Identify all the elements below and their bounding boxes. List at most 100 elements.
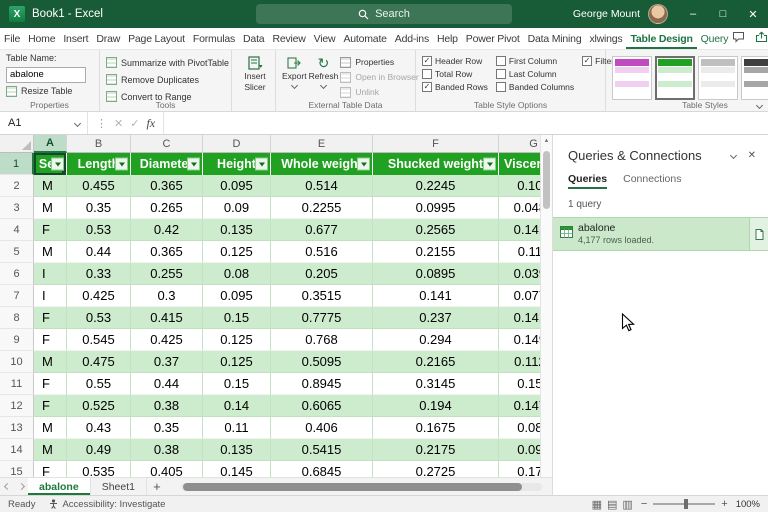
avatar[interactable] <box>648 4 668 24</box>
filter-button-B[interactable] <box>115 158 128 171</box>
cell-A4[interactable]: F <box>34 219 67 241</box>
filter-button-D[interactable] <box>255 158 268 171</box>
ribbon-tab-formulas[interactable]: Formulas <box>189 28 239 49</box>
sheet-nav-right-icon[interactable] <box>14 478 28 495</box>
cell-G13[interactable]: 0.081 <box>499 417 540 439</box>
cell-F8[interactable]: 0.237 <box>373 307 499 329</box>
checkbox-header-row[interactable]: Header Row <box>422 56 488 66</box>
cell-F15[interactable]: 0.2725 <box>373 461 499 477</box>
cell-B11[interactable]: 0.55 <box>67 373 131 395</box>
new-sheet-button[interactable]: + <box>147 478 167 495</box>
cell-E4[interactable]: 0.677 <box>271 219 373 241</box>
cell-E13[interactable]: 0.406 <box>271 417 373 439</box>
cell-B7[interactable]: 0.425 <box>67 285 131 307</box>
ribbon-tab-xlwings[interactable]: xlwings <box>585 28 626 49</box>
cell-G6[interactable]: 0.0395 <box>499 263 540 285</box>
cell-D10[interactable]: 0.125 <box>203 351 271 373</box>
cell-G15[interactable]: 0.171 <box>499 461 540 477</box>
cell-E10[interactable]: 0.5095 <box>271 351 373 373</box>
cell-D15[interactable]: 0.145 <box>203 461 271 477</box>
cell-C14[interactable]: 0.38 <box>131 439 203 461</box>
row-header-5[interactable]: 5 <box>0 241 34 263</box>
row-header-12[interactable]: 12 <box>0 395 34 417</box>
query-item-abalone[interactable]: abalone 4,177 rows loaded. <box>553 217 768 251</box>
formula-bar-handle-icon[interactable] <box>96 117 107 130</box>
row-header-4[interactable]: 4 <box>0 219 34 241</box>
column-header-D[interactable]: D <box>203 135 271 153</box>
cell-D3[interactable]: 0.09 <box>203 197 271 219</box>
row-header-14[interactable]: 14 <box>0 439 34 461</box>
zoom-slider[interactable] <box>653 503 715 505</box>
cell-F9[interactable]: 0.294 <box>373 329 499 351</box>
formula-input[interactable] <box>164 112 768 134</box>
cell-B4[interactable]: 0.53 <box>67 219 131 241</box>
select-all-corner[interactable] <box>0 135 34 153</box>
cell-A10[interactable]: M <box>34 351 67 373</box>
row-header-2[interactable]: 2 <box>0 175 34 197</box>
column-header-E[interactable]: E <box>271 135 373 153</box>
cell-A12[interactable]: F <box>34 395 67 417</box>
cell-C2[interactable]: 0.365 <box>131 175 203 197</box>
table-style-dark-table-style[interactable] <box>741 56 768 100</box>
zoom-level[interactable]: 100% <box>736 499 760 510</box>
cell-A6[interactable]: I <box>34 263 67 285</box>
cell-E12[interactable]: 0.6065 <box>271 395 373 417</box>
unlink-button[interactable]: Unlink <box>340 85 418 99</box>
row-header-1[interactable]: 1 <box>0 153 34 175</box>
cell-C15[interactable]: 0.405 <box>131 461 203 477</box>
cell-D8[interactable]: 0.15 <box>203 307 271 329</box>
cell-A13[interactable]: M <box>34 417 67 439</box>
cell-D6[interactable]: 0.08 <box>203 263 271 285</box>
cell-E9[interactable]: 0.768 <box>271 329 373 351</box>
column-header-B[interactable]: B <box>67 135 131 153</box>
row-header-11[interactable]: 11 <box>0 373 34 395</box>
page-break-view-icon[interactable]: ▥ <box>622 498 632 511</box>
cell-A8[interactable]: F <box>34 307 67 329</box>
cell-G1[interactable]: Viscera weight <box>499 153 540 175</box>
cell-B2[interactable]: 0.455 <box>67 175 131 197</box>
summarize-with-pivottable-button[interactable]: Summarize with PivotTable <box>106 55 226 70</box>
cell-B14[interactable]: 0.49 <box>67 439 131 461</box>
cell-C1[interactable]: Diameter <box>131 153 203 175</box>
normal-view-icon[interactable]: ▦ <box>592 498 602 511</box>
row-header-6[interactable]: 6 <box>0 263 34 285</box>
column-header-G[interactable]: G <box>499 135 540 153</box>
refresh-button[interactable]: ↻ Refresh <box>309 53 339 99</box>
cell-G9[interactable]: 0.1495 <box>499 329 540 351</box>
cell-B9[interactable]: 0.545 <box>67 329 131 351</box>
cell-B6[interactable]: 0.33 <box>67 263 131 285</box>
cell-E2[interactable]: 0.514 <box>271 175 373 197</box>
panel-close-icon[interactable]: ✕ <box>748 150 756 161</box>
panel-options-chevron-icon[interactable] <box>730 152 737 159</box>
cell-D2[interactable]: 0.095 <box>203 175 271 197</box>
row-header-8[interactable]: 8 <box>0 307 34 329</box>
cell-D9[interactable]: 0.125 <box>203 329 271 351</box>
cell-E6[interactable]: 0.205 <box>271 263 373 285</box>
cell-C7[interactable]: 0.3 <box>131 285 203 307</box>
accessibility-status[interactable]: Accessibility: Investigate <box>49 499 165 510</box>
checkbox-last-column[interactable]: Last Column <box>496 69 574 79</box>
ribbon-tab-query[interactable]: Query <box>697 28 733 49</box>
cell-D7[interactable]: 0.095 <box>203 285 271 307</box>
ribbon-tab-help[interactable]: Help <box>433 28 462 49</box>
cell-B5[interactable]: 0.44 <box>67 241 131 263</box>
ribbon-tab-file[interactable]: File <box>0 28 24 49</box>
cell-A11[interactable]: F <box>34 373 67 395</box>
cell-E1[interactable]: Whole weight <box>271 153 373 175</box>
maximize-button[interactable]: □ <box>708 0 738 28</box>
zoom-out-icon[interactable]: − <box>641 498 647 510</box>
cell-B13[interactable]: 0.43 <box>67 417 131 439</box>
cell-F6[interactable]: 0.0895 <box>373 263 499 285</box>
minimize-button[interactable]: – <box>678 0 708 28</box>
cancel-entry-icon[interactable] <box>114 117 123 130</box>
cell-D14[interactable]: 0.135 <box>203 439 271 461</box>
table-style-pink-table-style[interactable] <box>612 56 652 100</box>
cell-F5[interactable]: 0.2155 <box>373 241 499 263</box>
cell-F2[interactable]: 0.2245 <box>373 175 499 197</box>
cell-B3[interactable]: 0.35 <box>67 197 131 219</box>
row-header-15[interactable]: 15 <box>0 461 34 477</box>
column-header-A[interactable]: A <box>34 135 67 153</box>
checkbox-total-row[interactable]: Total Row <box>422 69 488 79</box>
ribbon-tab-review[interactable]: Review <box>268 28 309 49</box>
cell-G4[interactable]: 0.1415 <box>499 219 540 241</box>
